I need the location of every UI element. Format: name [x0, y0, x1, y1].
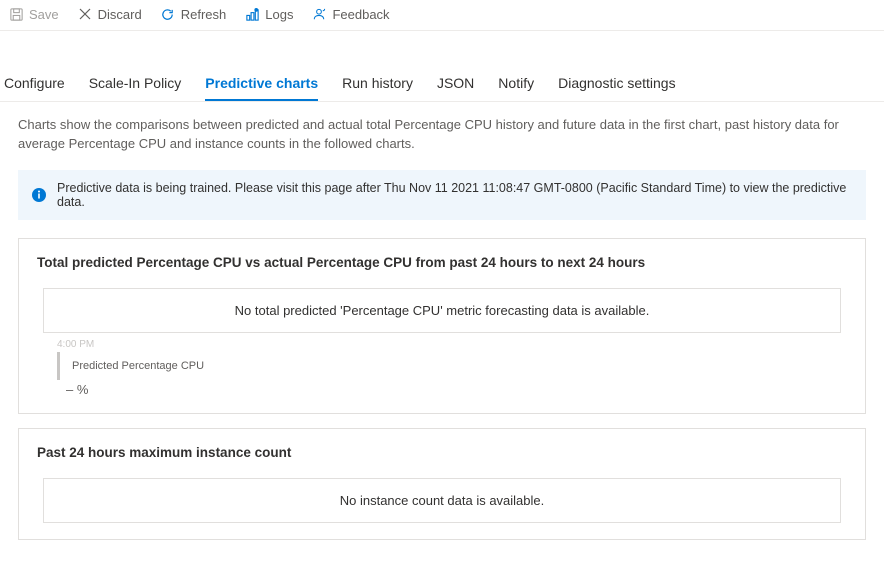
- panel-instance-count: Past 24 hours maximum instance count No …: [18, 428, 866, 540]
- feedback-icon: [311, 6, 327, 22]
- info-banner: Predictive data is being trained. Please…: [18, 170, 866, 220]
- logs-icon: [244, 6, 260, 22]
- empty-message-card: No instance count data is available.: [43, 478, 841, 523]
- refresh-label: Refresh: [181, 7, 227, 22]
- refresh-icon: [160, 6, 176, 22]
- legend-color-bar: [57, 352, 60, 380]
- save-icon: [8, 6, 24, 22]
- legend-label: Predicted Percentage CPU: [72, 360, 204, 372]
- legend-value: – %: [57, 382, 847, 397]
- tabs: Configure Scale-In Policy Predictive cha…: [0, 61, 884, 102]
- logs-button[interactable]: Logs: [244, 6, 293, 22]
- logs-label: Logs: [265, 7, 293, 22]
- toolbar: Save Discard Refresh Logs Feedback: [0, 0, 884, 31]
- panel-predicted-cpu: Total predicted Percentage CPU vs actual…: [18, 238, 866, 414]
- feedback-label: Feedback: [332, 7, 389, 22]
- close-icon: [77, 6, 93, 22]
- content: Charts show the comparisons between pred…: [0, 102, 884, 562]
- panel-title: Total predicted Percentage CPU vs actual…: [37, 255, 847, 270]
- tab-run-history[interactable]: Run history: [342, 75, 413, 101]
- discard-label: Discard: [98, 7, 142, 22]
- info-banner-text: Predictive data is being trained. Please…: [57, 181, 853, 209]
- empty-message-card: No total predicted 'Percentage CPU' metr…: [43, 288, 841, 333]
- discard-button[interactable]: Discard: [77, 6, 142, 22]
- save-button[interactable]: Save: [8, 6, 59, 22]
- feedback-button[interactable]: Feedback: [311, 6, 389, 22]
- refresh-button[interactable]: Refresh: [160, 6, 227, 22]
- tab-json[interactable]: JSON: [437, 75, 474, 101]
- info-icon: [31, 187, 47, 203]
- save-label: Save: [29, 7, 59, 22]
- chart-stub: 4:00 PM Predicted Percentage CPU – %: [37, 339, 847, 397]
- tab-configure[interactable]: Configure: [4, 75, 65, 101]
- panel-title: Past 24 hours maximum instance count: [37, 445, 847, 460]
- tab-scale-in-policy[interactable]: Scale-In Policy: [89, 75, 182, 101]
- tab-predictive-charts[interactable]: Predictive charts: [205, 75, 318, 101]
- tab-diagnostic-settings[interactable]: Diagnostic settings: [558, 75, 676, 101]
- page-description: Charts show the comparisons between pred…: [18, 116, 866, 154]
- axis-time-label: 4:00 PM: [57, 339, 847, 350]
- tab-notify[interactable]: Notify: [498, 75, 534, 101]
